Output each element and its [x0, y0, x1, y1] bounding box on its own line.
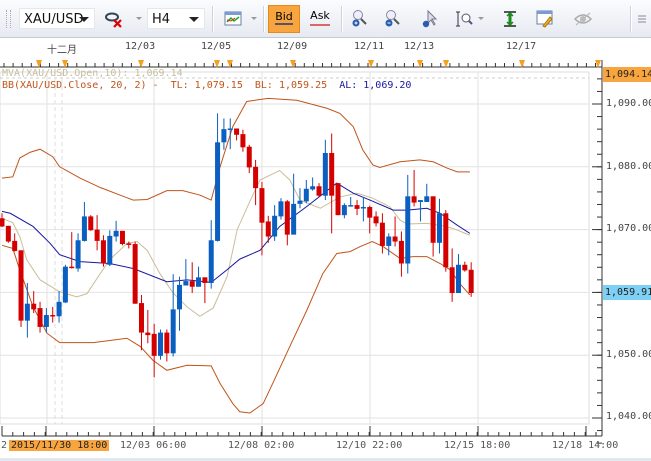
candle-up: [24, 303, 30, 321]
candle-up: [455, 264, 461, 294]
candle-down: [246, 146, 252, 168]
candle-down: [94, 229, 100, 241]
candle-down: [240, 134, 246, 148]
candle-down: [234, 128, 240, 135]
candle-down: [316, 186, 322, 196]
time-label: 12/10 22:00: [336, 440, 403, 451]
candle-up: [208, 240, 214, 283]
candle-down: [164, 332, 170, 354]
time-label-clipped: 2: [1, 440, 8, 451]
candle-down: [0, 218, 5, 227]
candle-up: [360, 206, 366, 209]
candle-down: [411, 196, 417, 203]
mva-legend: MVA(XAU/USD.Open,10): 1,069.14: [2, 68, 183, 79]
candle-up: [215, 142, 221, 241]
bb-bottom-line: BL: 1,059.25: [254, 80, 328, 91]
candle-up: [341, 205, 347, 216]
candle-up: [183, 281, 189, 286]
candle-up: [405, 196, 411, 264]
candle-down: [398, 240, 404, 264]
candle-down: [284, 201, 290, 235]
candle-down: [119, 230, 125, 245]
price-label: 1,050.00: [606, 349, 651, 360]
candle-down: [31, 303, 37, 310]
current-price-marker: 1,059.91: [603, 285, 651, 300]
candle-down: [253, 166, 259, 189]
candle-down: [88, 216, 94, 231]
candle-down: [138, 303, 144, 333]
candle-down: [202, 277, 208, 283]
candle-up: [291, 203, 297, 235]
candle-up: [310, 186, 316, 190]
candle-down: [430, 196, 436, 243]
candle-up: [56, 301, 62, 317]
candle-up: [278, 201, 284, 217]
candle-down: [259, 188, 265, 223]
time-label: 12/15 18:00: [444, 440, 511, 451]
candle-down: [265, 221, 271, 237]
ruler-ticks: [0, 60, 602, 68]
time-label: 12/08 02:00: [228, 440, 295, 451]
candle-down: [354, 205, 360, 209]
price-label: 1,040.00: [606, 411, 651, 422]
candle-up: [227, 128, 233, 130]
candle-up: [348, 205, 354, 207]
bb-legend: BB(XAU/USD.Close, 20, 2) - TL: 1,079.15 …: [2, 80, 411, 91]
candle-up: [221, 129, 227, 143]
price-label: 1,070.00: [606, 223, 651, 234]
candle-up: [107, 235, 113, 265]
candle-up: [62, 266, 68, 303]
candle-down: [132, 244, 138, 304]
high-price-marker: 1,094.14: [603, 67, 651, 82]
candle-down: [189, 281, 195, 287]
bb-top-line: TL: 1,079.15: [170, 80, 243, 91]
candle-down: [151, 333, 157, 356]
candle-down: [329, 152, 335, 196]
candle-down: [100, 240, 106, 264]
price-label: 1,080.00: [606, 161, 651, 172]
candle-down: [69, 266, 75, 269]
candle-up: [75, 240, 81, 269]
time-label: 12/18 14:00: [552, 440, 619, 451]
candle-down: [5, 225, 11, 242]
candle-up: [386, 236, 392, 246]
candle-down: [373, 216, 379, 224]
candle-down: [379, 222, 385, 246]
candle-up: [303, 188, 309, 202]
candle-down: [145, 332, 151, 336]
candle-down: [392, 236, 398, 242]
candle-down: [468, 269, 474, 294]
candle-up: [322, 152, 328, 196]
candle-down: [335, 183, 341, 216]
candle-up: [424, 196, 430, 202]
candle-down: [18, 250, 24, 321]
candle-down: [37, 308, 43, 327]
candle-up: [196, 277, 202, 287]
candle-down: [443, 213, 449, 268]
candle-up: [113, 230, 119, 237]
candle-up: [158, 332, 163, 356]
plot-area: [0, 71, 590, 425]
candle-up: [417, 200, 423, 202]
candle-up: [170, 309, 176, 354]
candle-down: [126, 243, 132, 245]
candle-up: [81, 216, 87, 241]
candle-up: [43, 315, 49, 327]
candle-down: [50, 315, 56, 317]
time-label: 12/03 06:00: [120, 440, 187, 451]
candle-up: [177, 284, 183, 310]
candle-up: [436, 213, 442, 243]
candle-down: [367, 206, 373, 218]
price-label: 1,090.00: [606, 98, 651, 109]
time-cursor-label: 2015/11/30 18:00: [9, 440, 110, 451]
candle-up: [297, 200, 303, 204]
bb-average-line: AL: 1,069.20: [339, 80, 412, 91]
candle-down: [462, 264, 468, 271]
candle-down: [449, 267, 455, 294]
candle-up: [272, 215, 278, 237]
bb-name: BB(XAU/USD.Close, 20, 2) -: [2, 80, 159, 91]
candle-down: [12, 240, 18, 251]
